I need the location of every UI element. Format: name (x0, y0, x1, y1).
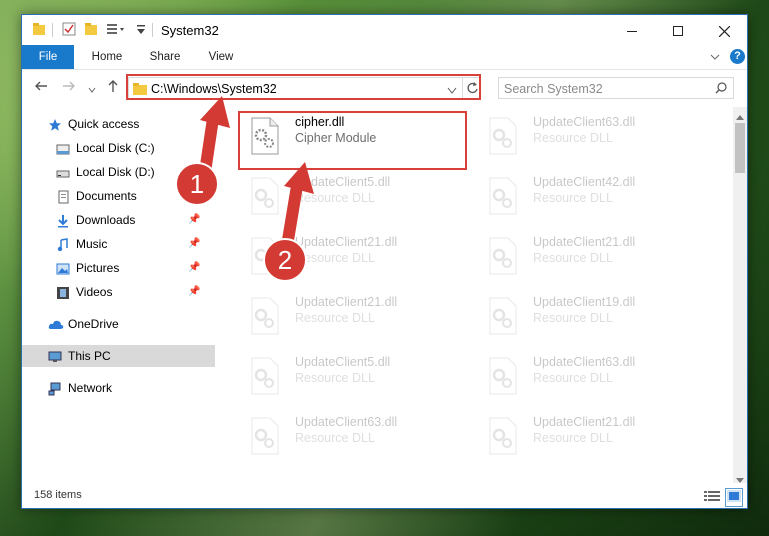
annotation-arrows (199, 96, 314, 241)
callout-2: 2 (263, 238, 307, 282)
arrow-1-head (200, 96, 230, 128)
callout-1: 1 (175, 162, 219, 206)
arrow-2-head (284, 162, 314, 194)
